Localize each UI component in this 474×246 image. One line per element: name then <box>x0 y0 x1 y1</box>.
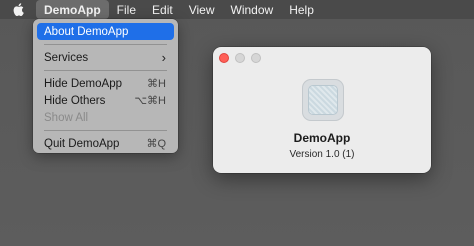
menu-help[interactable]: Help <box>281 0 322 19</box>
menu-item-services[interactable]: Services › <box>37 49 174 66</box>
menu-item-label: Show All <box>44 111 89 124</box>
minimize-button <box>235 53 245 63</box>
about-window: DemoApp Version 1.0 (1) <box>213 47 431 173</box>
zoom-button <box>251 53 261 63</box>
menu-item-label: Quit DemoApp <box>44 137 120 150</box>
menu-item-label: Services <box>44 51 89 64</box>
menu-item-label: Hide Others <box>44 94 106 107</box>
menu-window[interactable]: Window <box>223 0 282 19</box>
window-controls <box>219 53 261 63</box>
menu-item-shortcut: ⌘Q <box>146 138 166 150</box>
about-version: Version 1.0 (1) <box>289 149 355 160</box>
app-icon-inner <box>308 85 338 115</box>
desktop: DemoApp File Edit View Window Help About… <box>0 0 474 246</box>
app-menu-dropdown: About DemoApp Services › Hide DemoApp ⌘H… <box>33 19 178 153</box>
menu-separator <box>44 70 167 71</box>
menu-item-quit[interactable]: Quit DemoApp ⌘Q <box>37 135 174 152</box>
menu-item-shortcut: ⌥⌘H <box>134 95 166 107</box>
menu-file[interactable]: File <box>109 0 144 19</box>
menu-separator <box>44 44 167 45</box>
apple-logo-icon <box>13 3 24 16</box>
menu-item-about[interactable]: About DemoApp <box>37 23 174 40</box>
menu-separator <box>44 130 167 131</box>
menu-item-shortcut: ⌘H <box>147 78 166 90</box>
about-app-name: DemoApp <box>293 131 351 145</box>
menu-bar: DemoApp File Edit View Window Help <box>0 0 474 19</box>
menu-item-label: Hide DemoApp <box>44 77 122 90</box>
menu-item-hide-app[interactable]: Hide DemoApp ⌘H <box>37 75 174 92</box>
app-icon <box>302 79 344 121</box>
menu-item-show-all: Show All <box>37 109 174 126</box>
chevron-right-icon: › <box>161 50 166 65</box>
menu-item-label: About DemoApp <box>44 25 129 38</box>
menu-edit[interactable]: Edit <box>144 0 181 19</box>
apple-menu[interactable] <box>0 0 36 19</box>
menu-view[interactable]: View <box>181 0 223 19</box>
close-button[interactable] <box>219 53 229 63</box>
menu-item-hide-others[interactable]: Hide Others ⌥⌘H <box>37 92 174 109</box>
menu-app[interactable]: DemoApp <box>36 0 109 19</box>
